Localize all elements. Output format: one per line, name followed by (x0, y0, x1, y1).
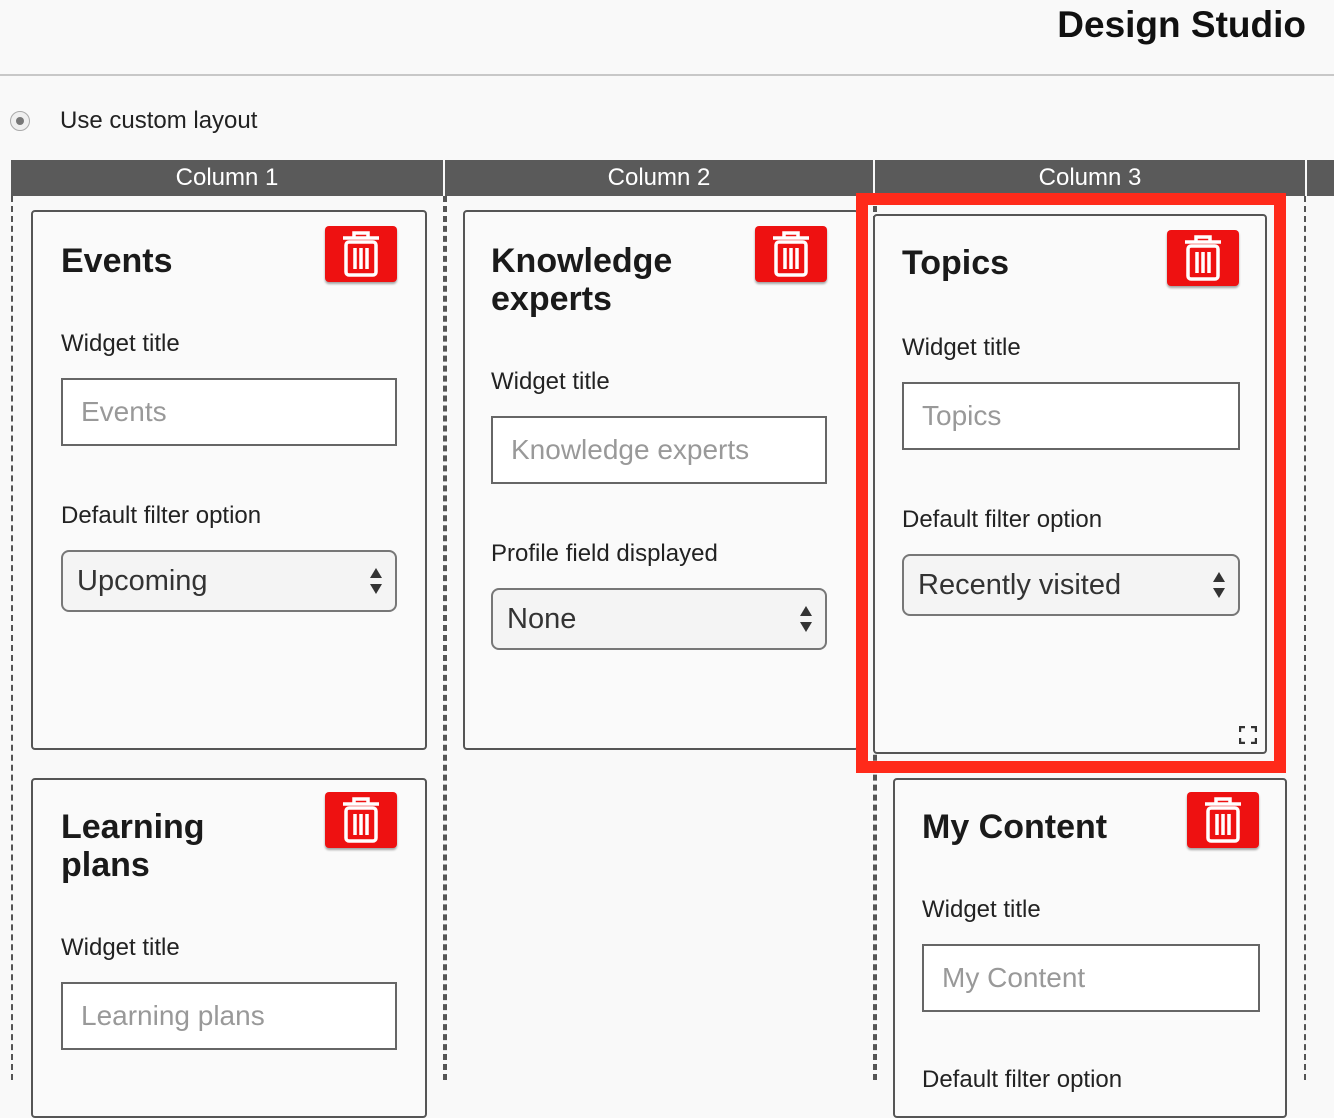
topics-filter-select[interactable]: Recently visited (902, 554, 1240, 616)
profile-field-label: Profile field displayed (491, 540, 718, 567)
topics-filter-value: Recently visited (918, 568, 1122, 601)
radio-selected-dot (16, 117, 24, 125)
widget-title-label: Widget title (491, 368, 610, 395)
updown-arrows-icon (800, 606, 812, 632)
custom-layout-label: Use custom layout (60, 107, 258, 134)
updown-arrows-icon (1213, 572, 1225, 598)
widget-events-title: Events (61, 242, 173, 280)
delete-events-button[interactable] (325, 226, 397, 282)
widget-title-label: Widget title (61, 934, 180, 961)
my-content-widget-title-input[interactable] (922, 944, 1260, 1012)
trash-icon (343, 231, 379, 277)
learning-plans-widget-title-input[interactable] (61, 982, 397, 1050)
custom-layout-radio[interactable] (10, 111, 30, 131)
column-divider (443, 160, 445, 196)
trash-icon (1185, 235, 1221, 281)
widget-title-label: Widget title (902, 334, 1021, 361)
widget-title-label: Widget title (922, 896, 1041, 923)
widget-my-content-title: My Content (922, 808, 1108, 846)
delete-topics-button[interactable] (1167, 230, 1239, 286)
widget-my-content[interactable]: My Content Widget title Default filter o… (893, 778, 1287, 1118)
default-filter-label: Default filter option (902, 506, 1103, 533)
widget-title-label: Widget title (61, 330, 180, 357)
delete-my-content-button[interactable] (1187, 792, 1259, 848)
column-divider (1305, 160, 1307, 196)
default-filter-label: Default filter option (61, 502, 262, 529)
trash-icon (343, 797, 379, 843)
events-filter-select[interactable]: Upcoming (61, 550, 397, 612)
profile-field-value: None (507, 602, 577, 635)
title-line: Knowledge (491, 242, 673, 280)
events-widget-title-input[interactable] (61, 378, 397, 446)
title-line: plans (61, 846, 150, 884)
profile-field-select[interactable]: None (491, 588, 827, 650)
column-1-header: Column 1 (175, 164, 279, 191)
widget-topics[interactable]: Topics Widget title Default filter optio… (873, 214, 1267, 754)
title-line: experts (491, 280, 612, 318)
delete-knowledge-experts-button[interactable] (755, 226, 827, 282)
widget-learning-plans[interactable]: Learning plans Widget title (31, 778, 427, 1118)
events-filter-value: Upcoming (77, 564, 208, 597)
widget-knowledge-experts-title: Knowledge experts (491, 242, 672, 318)
updown-arrows-icon (370, 568, 382, 594)
widget-events[interactable]: Events Widget title Default filter optio… (31, 210, 427, 750)
knowledge-experts-widget-title-input[interactable] (491, 416, 827, 484)
header-divider (0, 74, 1334, 76)
column-boundary (11, 196, 13, 1080)
column-boundary (1304, 196, 1306, 1080)
widget-knowledge-experts[interactable]: Knowledgeexperts Widget title Profile fi… (463, 210, 859, 750)
trash-icon (773, 231, 809, 277)
app-title: Design Studio (1057, 4, 1306, 45)
trash-icon (1205, 797, 1241, 843)
column-boundary (445, 196, 447, 1080)
default-filter-label: Default filter option (922, 1066, 1123, 1093)
delete-learning-plans-button[interactable] (325, 792, 397, 848)
topics-widget-title-input[interactable] (902, 382, 1240, 450)
custom-layout-option[interactable]: Use custom layout (10, 104, 257, 138)
column-3-header: Column 3 (1038, 164, 1142, 191)
column-divider (873, 160, 875, 196)
widget-topics-title: Topics (902, 244, 1010, 282)
column-2-header: Column 2 (607, 164, 711, 191)
title-line: Learning (61, 808, 205, 846)
widget-learning-plans-title: Learning plans (61, 808, 205, 884)
resize-handle-icon[interactable] (1239, 726, 1257, 744)
